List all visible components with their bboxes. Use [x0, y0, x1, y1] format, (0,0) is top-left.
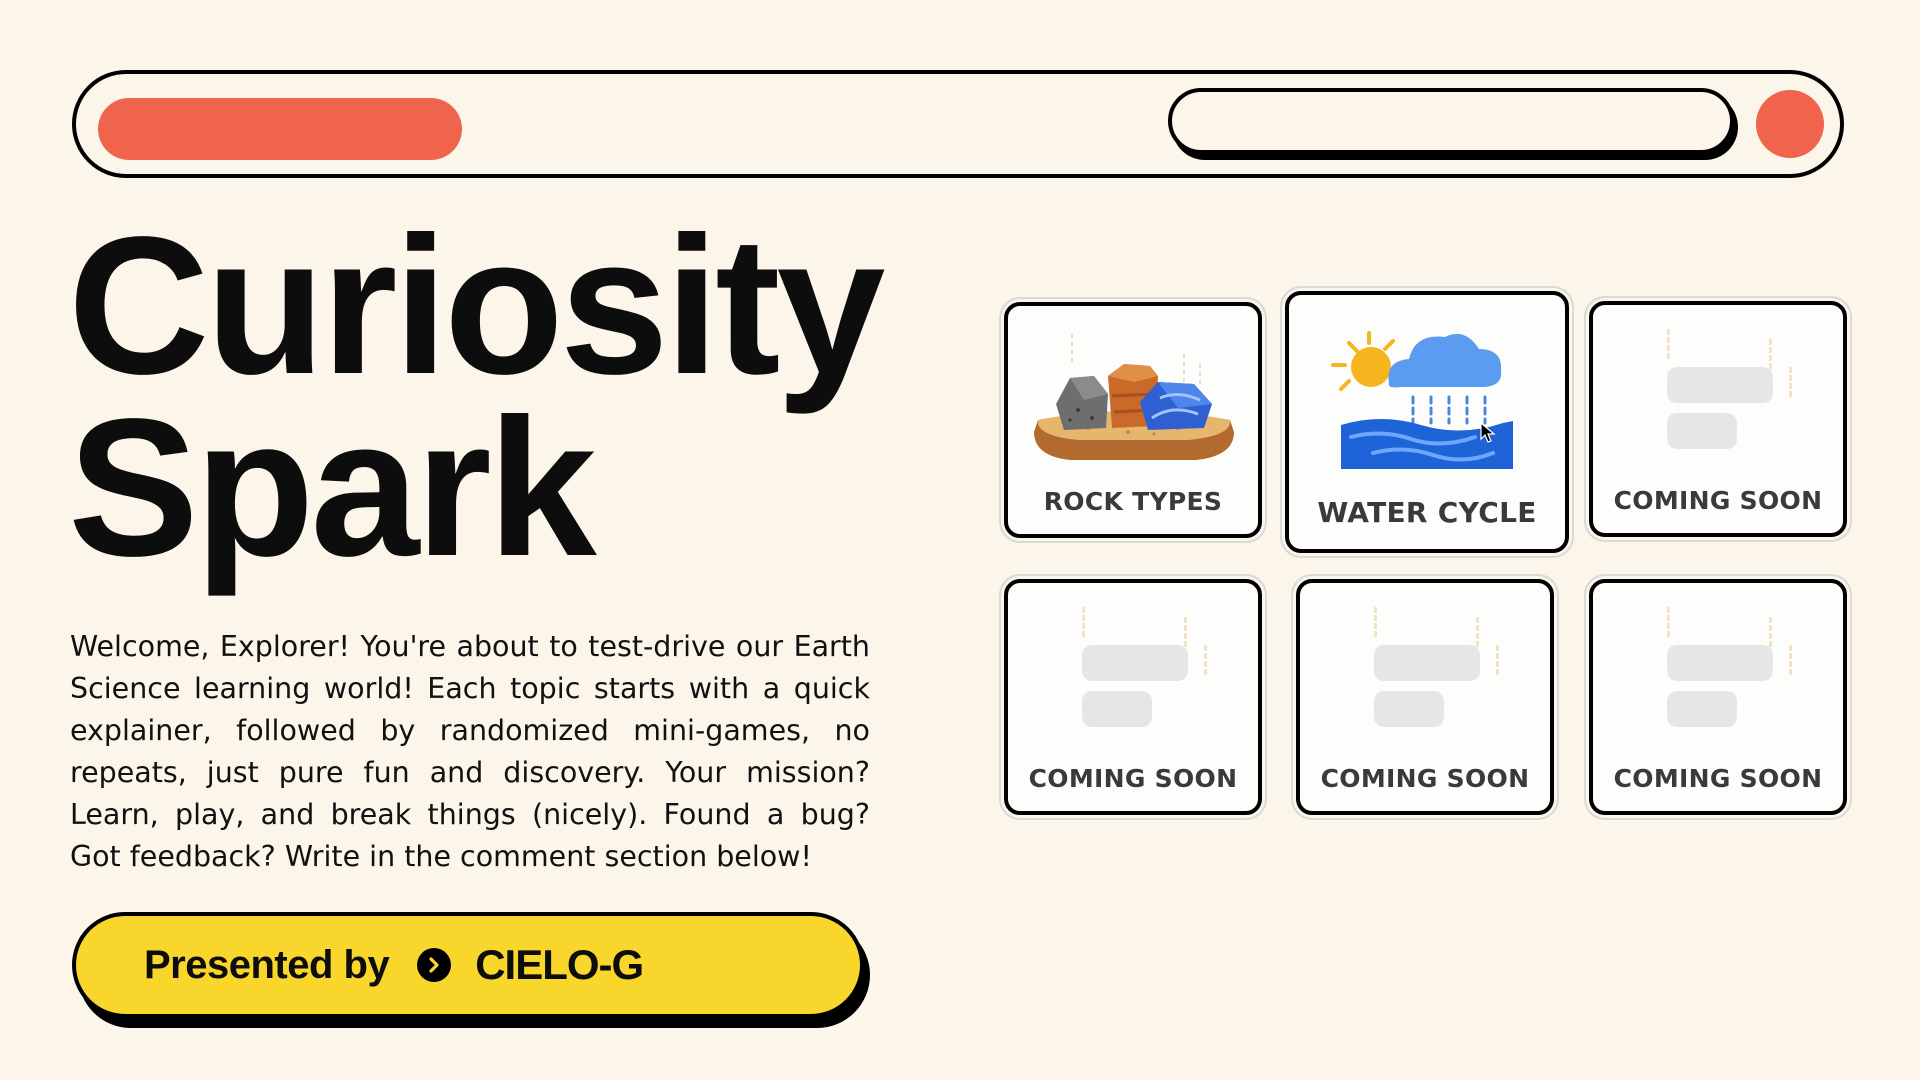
water-cycle-icon [1289, 313, 1565, 488]
nav-pill-button[interactable] [98, 98, 462, 160]
card-label: ROCK TYPES [1043, 487, 1223, 516]
title-line-1: Curiosity [68, 196, 885, 415]
rocks-icon [1008, 324, 1258, 489]
card-label: COMING SOON [1320, 764, 1530, 793]
placeholder-icon [1300, 603, 1550, 727]
topic-card-rock-types[interactable]: ROCK TYPES [1004, 302, 1262, 538]
presented-by-button[interactable]: Presented by CIELO-G [72, 912, 864, 1018]
search-field[interactable] [1168, 88, 1734, 154]
page-title: Curiosity Spark [68, 196, 885, 597]
presenter-name: CIELO-G [475, 941, 644, 988]
placeholder-icon [1593, 325, 1843, 449]
topic-card-coming-soon[interactable]: COMING SOON [1004, 579, 1262, 815]
top-navigation-bar [72, 70, 1844, 178]
placeholder-icon [1008, 603, 1258, 727]
card-label: COMING SOON [1613, 764, 1823, 793]
intro-paragraph: Welcome, Explorer! You're about to test-… [70, 630, 870, 873]
chevron-right-circle-icon [417, 948, 452, 982]
placeholder-icon [1593, 603, 1843, 727]
presented-by-label: Presented by [144, 942, 390, 987]
title-line-2: Spark [68, 378, 597, 597]
topic-card-coming-soon[interactable]: COMING SOON [1589, 579, 1847, 815]
card-label: WATER CYCLE [1317, 496, 1537, 529]
topic-card-water-cycle[interactable]: WATER CYCLE [1285, 291, 1569, 553]
profile-dot-button[interactable] [1756, 90, 1824, 158]
card-label: COMING SOON [1028, 764, 1238, 793]
mouse-cursor-icon [1480, 421, 1496, 449]
topic-card-coming-soon[interactable]: COMING SOON [1589, 301, 1847, 537]
topic-card-coming-soon[interactable]: COMING SOON [1296, 579, 1554, 815]
card-label: COMING SOON [1613, 486, 1823, 515]
